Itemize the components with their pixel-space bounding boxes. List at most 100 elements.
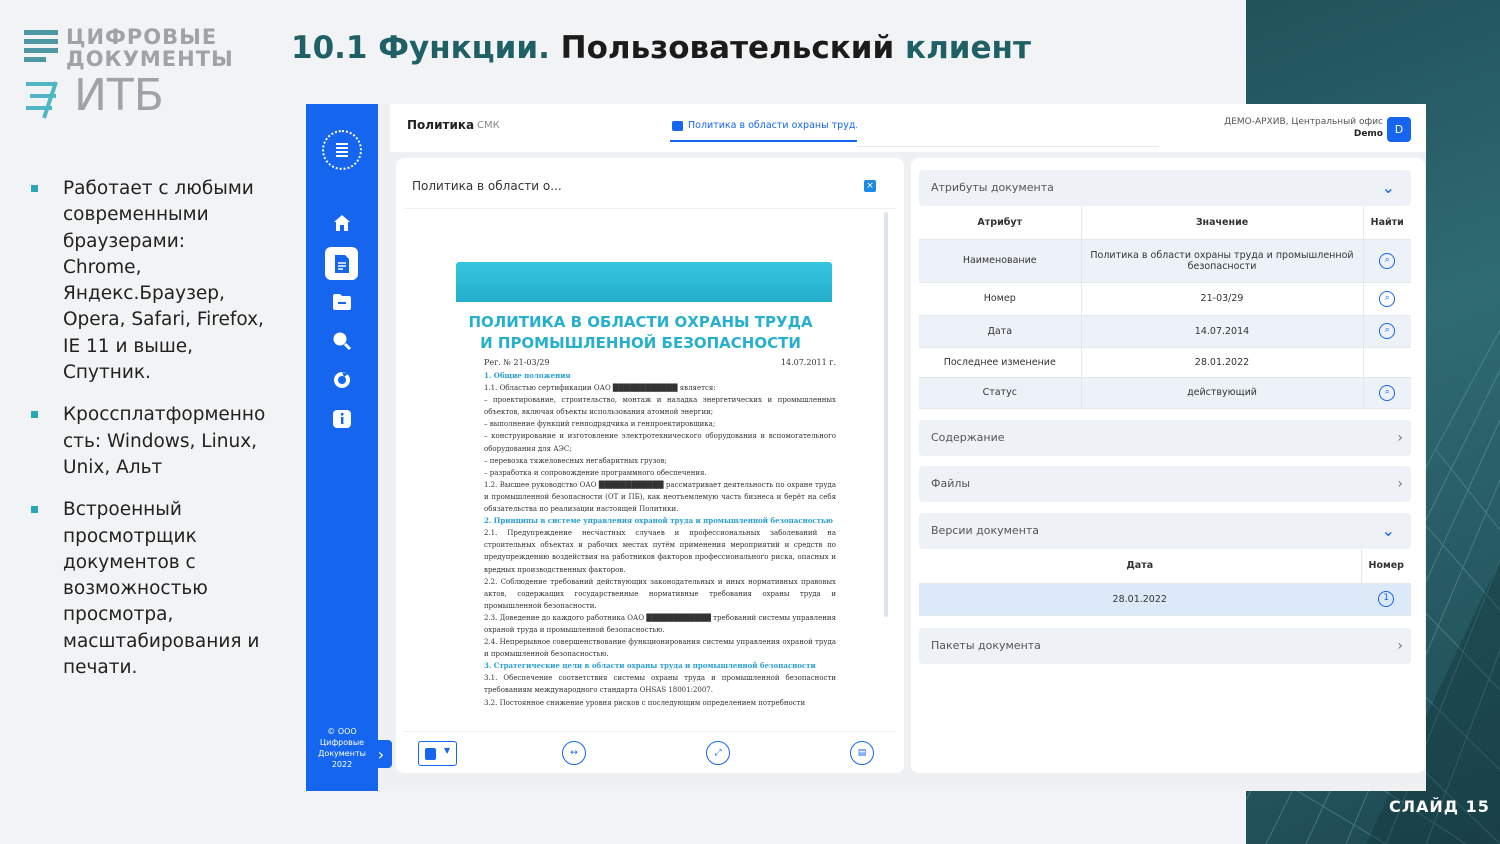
app-logo-icon xyxy=(322,130,362,170)
fit-width-icon[interactable]: ↔ xyxy=(562,741,586,765)
title-accent: клиент xyxy=(905,30,1031,66)
doc-paragraph: – разработка и сопровождение программног… xyxy=(484,468,707,477)
info-icon[interactable] xyxy=(330,407,354,431)
doc-paragraph: 1.2. Высшее руководство ОАО ████████████… xyxy=(484,480,836,514)
viewer-title: Политика в области о... xyxy=(412,179,562,193)
table-row: Статус действующий ⌕ xyxy=(919,377,1411,409)
col-header: Найти xyxy=(1363,206,1411,240)
bullet-item: Работает с любыми современными браузерам… xyxy=(28,176,268,386)
doc-title-line2: И ПРОМЫШЛЕННОЙ БЕЗОПАСНОСТИ xyxy=(480,334,801,352)
section-files[interactable]: Файлы › xyxy=(919,466,1411,502)
search-icon[interactable]: ⌕ xyxy=(1379,252,1396,269)
col-header: Атрибут xyxy=(919,206,1082,240)
document-icon[interactable] xyxy=(325,247,358,280)
search-icon[interactable]: ⌕ xyxy=(1379,290,1396,307)
logo-text-line1: ЦИФРОВЫЕ xyxy=(66,25,218,49)
chevron-right-icon: › xyxy=(377,744,385,764)
search-icon[interactable] xyxy=(330,329,354,353)
doc-paragraph: – перевозка тяжеловесных негабаритных гр… xyxy=(484,456,667,465)
folder-icon xyxy=(672,121,683,131)
chevron-right-icon: › xyxy=(1397,638,1403,654)
doc-paragraph: – конструирование и изготовление электро… xyxy=(484,432,836,453)
doc-paragraph: 1.1. Областью сертификации ОАО █████████… xyxy=(484,384,716,393)
title-prefix: 10.1 Функции. xyxy=(291,30,550,66)
page-title: Политика xyxy=(407,118,475,132)
table-row[interactable]: 28.01.2022 1 xyxy=(919,583,1411,616)
bullet-marker xyxy=(31,506,38,514)
scrollbar[interactable] xyxy=(884,212,888,617)
section-versions[interactable]: Версии документа ⌄ xyxy=(919,513,1411,549)
doc-paragraph: – проектирование, строительство, монтаж … xyxy=(484,396,836,417)
viewer-toolbar: ▼ ↔ ⤢ ▤ xyxy=(404,731,896,773)
user-name: Demo xyxy=(1353,129,1383,139)
bullet-marker xyxy=(31,185,38,192)
sidebar: © ООО Цифровые Документы 2022 › xyxy=(306,104,392,791)
doc-paragraph: – выполнение функций генподрядчика и ген… xyxy=(484,420,716,429)
versions-table: Дата Номер 28.01.2022 1 xyxy=(919,549,1411,616)
file-menu-dropdown[interactable]: ▼ xyxy=(418,741,457,766)
doc-date: 14.07.2011 г. xyxy=(780,358,836,367)
doc-paragraph: 3.2. Постоянное снижение уровня рисков с… xyxy=(484,698,806,707)
doc-registration: Рег. № 21-03/29 14.07.2011 г. xyxy=(484,358,836,367)
doc-heading: 3. Стратегические цели в области охраны … xyxy=(484,661,816,671)
sidebar-copyright: © ООО Цифровые Документы 2022 xyxy=(318,727,366,769)
table-row: Последнее изменение 28.01.2022 xyxy=(919,347,1411,378)
sidebar-expand-button[interactable]: › xyxy=(370,740,392,768)
doc-heading: 1. Общие положения xyxy=(484,371,571,380)
version-number-badge: 1 xyxy=(1378,591,1395,607)
app-window: © ООО Цифровые Документы 2022 › Политика… xyxy=(306,104,1426,791)
document-icon xyxy=(425,748,436,760)
bullet-marker xyxy=(31,411,38,419)
col-header: Номер xyxy=(1361,549,1411,584)
topbar: Политика СМК Политика в области охраны т… xyxy=(390,104,1426,152)
caret-down-icon: ▼ xyxy=(444,746,451,755)
doc-body: 1. Общие положения 1.1. Областью сертифик… xyxy=(484,370,836,709)
table-row: Наименование Политика в области охраны т… xyxy=(919,239,1411,283)
document-viewer: Политика в области о... × ПОЛИТИКА В ОБЛ… xyxy=(396,158,904,773)
attributes-table: Атрибут Значение Найти Наименование Поли… xyxy=(919,206,1411,409)
doc-paragraph: 2.4. Непрерывное совершенствование функц… xyxy=(484,638,836,659)
close-icon[interactable]: × xyxy=(864,180,876,192)
doc-paragraph: 2.2. Соблюдение требований действующих з… xyxy=(484,577,836,610)
doc-title-line1: ПОЛИТИКА В ОБЛАСТИ ОХРАНЫ ТРУДА xyxy=(468,313,813,331)
slide-number: СЛАЙД 15 xyxy=(1389,797,1490,816)
chevron-right-icon: › xyxy=(1397,476,1403,492)
bullet-item: Встроенный просмотрщик документов с возм… xyxy=(28,497,268,681)
table-row: Номер 21-03/29 ⌕ xyxy=(919,282,1411,316)
logo-itb: ИТБ xyxy=(74,70,164,121)
table-row: Дата 14.07.2014 ⌕ xyxy=(919,315,1411,348)
page-header-band xyxy=(456,262,832,302)
search-icon[interactable]: ⌕ xyxy=(1379,323,1396,339)
divider xyxy=(404,208,896,209)
archive-name: ДЕМО-АРХИВ, Центральный офис xyxy=(1224,117,1383,127)
folder-icon[interactable] xyxy=(330,290,354,314)
print-icon[interactable]: ▤ xyxy=(850,741,874,765)
user-info: ДЕМО-АРХИВ, Центральный офис Demo xyxy=(1224,116,1383,140)
doc-heading: 2. Принципы в системе управления охраной… xyxy=(484,516,833,526)
search-icon[interactable]: ⌕ xyxy=(1379,384,1396,401)
doc-paragraph: 2.1. Предупреждение несчастных случаев и… xyxy=(484,529,836,574)
doc-paragraph: 3.1. Обеспечение соответствия системы ох… xyxy=(484,674,836,695)
page-subtitle: СМК xyxy=(477,120,500,131)
chevron-right-icon: › xyxy=(1397,430,1403,446)
home-icon[interactable] xyxy=(330,211,354,235)
logo-text-line2: ДОКУМЕНТЫ xyxy=(66,47,234,71)
section-attributes[interactable]: Атрибуты документа ⌄ xyxy=(919,170,1411,206)
attributes-panel: Атрибуты документа ⌄ Атрибут Значение Най… xyxy=(911,158,1425,773)
document-page: ПОЛИТИКА В ОБЛАСТИ ОХРАНЫ ТРУДА И ПРОМЫШ… xyxy=(418,230,863,730)
col-header: Дата xyxy=(919,549,1362,584)
tab-document[interactable]: Политика в области охраны труд... xyxy=(670,116,857,142)
section-content[interactable]: Содержание › xyxy=(919,420,1411,456)
avatar[interactable]: D xyxy=(1387,117,1411,142)
company-logo: ЦИФРОВЫЕ ДОКУМЕНТЫ ИТБ xyxy=(24,26,234,121)
bullet-item: Кроссплатформенность: Windows, Linux, Un… xyxy=(28,402,268,481)
doc-paragraph: 2.3. Доведение до каждого работника ОАО … xyxy=(484,613,836,634)
bullet-list: Работает с любыми современными браузерам… xyxy=(28,176,268,697)
fullscreen-icon[interactable]: ⤢ xyxy=(706,741,730,765)
chevron-down-icon: ⌄ xyxy=(1381,178,1395,197)
title-mid: Пользовательский xyxy=(549,30,906,66)
refresh-icon[interactable] xyxy=(330,368,354,392)
slide-title: 10.1 Функции. Пользовательский клиент xyxy=(291,30,1031,66)
chevron-down-icon: ⌄ xyxy=(1381,521,1395,540)
section-packages[interactable]: Пакеты документа › xyxy=(919,628,1411,664)
